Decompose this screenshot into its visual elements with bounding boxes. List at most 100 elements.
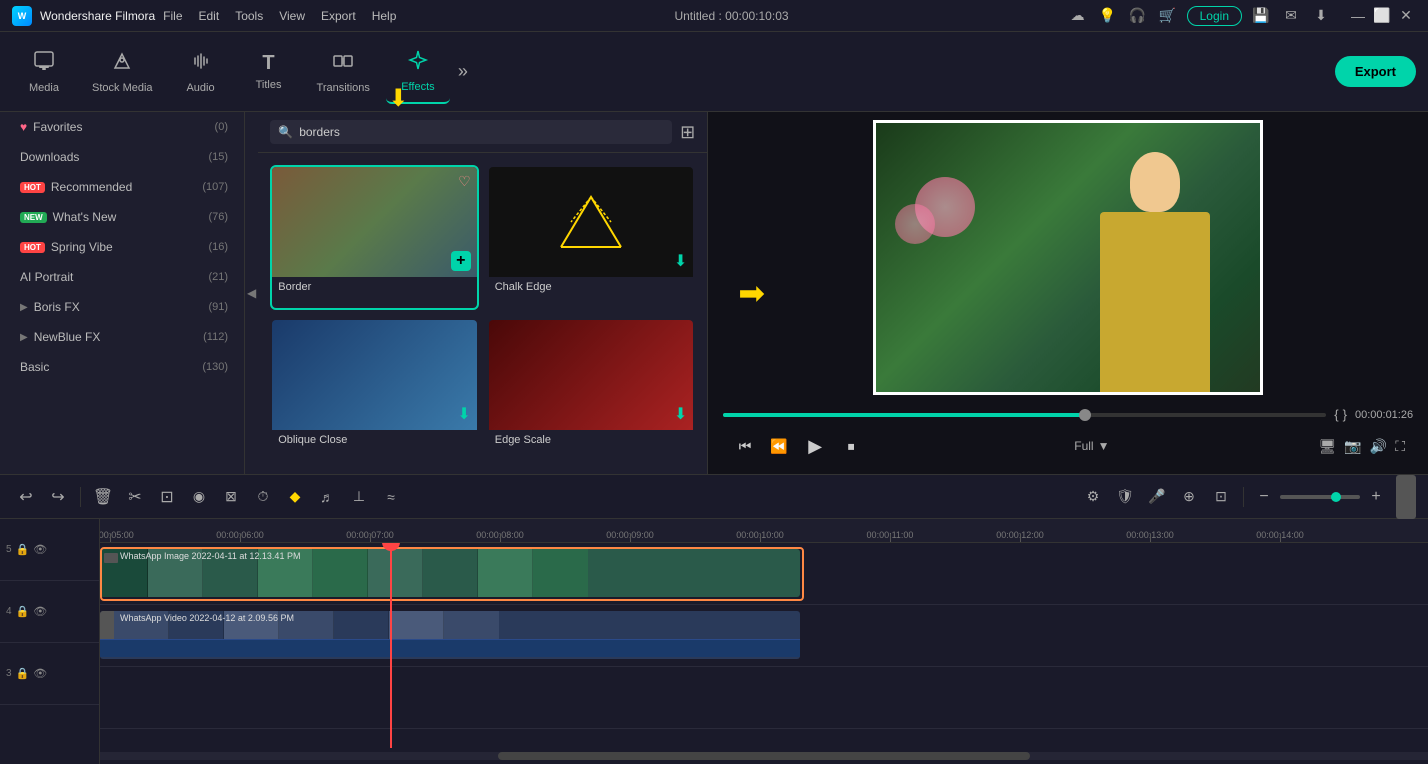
border-heart-icon[interactable]: ♡	[458, 173, 471, 190]
settings-icon[interactable]: ⚙	[1079, 483, 1107, 511]
add-track-icon[interactable]: ⊡	[1207, 483, 1235, 511]
filmframe	[313, 549, 368, 597]
close-button[interactable]: ✕	[1396, 6, 1416, 26]
effects-search-bar[interactable]: 🔍	[270, 120, 672, 144]
save-icon[interactable]: 💾	[1250, 5, 1272, 27]
mic-icon[interactable]: 🎤	[1143, 483, 1171, 511]
spring-vibe-count: (16)	[208, 241, 228, 253]
headphones-icon[interactable]: 🎧	[1127, 5, 1149, 27]
track3-lock-icon[interactable]: 🔒	[16, 667, 30, 680]
audio-edit-button[interactable]: ♬	[313, 483, 341, 511]
bulb-icon[interactable]: 💡	[1097, 5, 1119, 27]
menu-view[interactable]: View	[279, 9, 305, 23]
preview-video	[873, 120, 1263, 395]
play-icon	[104, 553, 118, 563]
download-icon[interactable]: ⬇	[1310, 5, 1332, 27]
video-clip-5[interactable]: WhatsApp Image 2022-04-11 at 12.13.41 PM	[100, 549, 800, 597]
track4-eye-icon[interactable]: 👁	[33, 605, 47, 618]
sidebar-item-whats-new[interactable]: NEW What's New (76)	[0, 202, 244, 232]
annotation-arrow-right: ➡	[738, 274, 765, 312]
grid-view-icon[interactable]: ⊞	[680, 122, 695, 143]
screenshot-icon[interactable]: 📷	[1344, 438, 1361, 455]
bracket-close-button[interactable]: }	[1343, 407, 1347, 422]
cloud-icon[interactable]: ☁	[1067, 5, 1089, 27]
toolbar-transitions[interactable]: Transitions	[305, 40, 382, 104]
cart-icon[interactable]: 🛒	[1157, 5, 1179, 27]
effect-card-edge-scale[interactable]: ⬇ Edge Scale	[487, 318, 696, 463]
tv-icon[interactable]: 🖥	[1319, 438, 1337, 455]
redo-button[interactable]: ↪	[44, 483, 72, 511]
sidebar-item-boris-fx[interactable]: ▶ Boris FX (91)	[0, 292, 244, 322]
toolbar-stock-media[interactable]: Stock Media	[80, 40, 165, 104]
play-button[interactable]: ▶	[799, 430, 831, 462]
export-button[interactable]: Export	[1335, 56, 1416, 87]
sidebar-item-spring-vibe[interactable]: HOT Spring Vibe (16)	[0, 232, 244, 262]
shield-icon[interactable]: 🛡	[1111, 483, 1139, 511]
step-back-button[interactable]: ⏮	[731, 432, 759, 460]
progress-thumb[interactable]	[1079, 409, 1091, 421]
minimize-button[interactable]: —	[1348, 6, 1368, 26]
undo-button[interactable]: ↩	[12, 483, 40, 511]
transform-button[interactable]: ⊠	[217, 483, 245, 511]
effect-card-oblique-close[interactable]: ⬇ Oblique Close	[270, 318, 479, 463]
border-add-button[interactable]: +	[451, 251, 471, 271]
delete-button[interactable]: 🗑	[89, 483, 117, 511]
track4-lock-icon[interactable]: 🔒	[16, 605, 30, 618]
toolbar-titles[interactable]: T Titles	[237, 40, 301, 104]
bracket-open-button[interactable]: {	[1334, 407, 1338, 422]
sidebar-item-basic[interactable]: Basic (130)	[0, 352, 244, 382]
menu-edit[interactable]: Edit	[199, 9, 220, 23]
track5-lock-icon[interactable]: 🔒	[16, 543, 30, 556]
play-back-button[interactable]: ⏪	[765, 432, 793, 460]
edge-scale-download-icon[interactable]: ⬇	[674, 404, 687, 424]
sidebar-item-recommended[interactable]: HOT Recommended (107)	[0, 172, 244, 202]
menu-tools[interactable]: Tools	[235, 9, 263, 23]
menu-help[interactable]: Help	[372, 9, 397, 23]
marker-button[interactable]: ◆	[281, 483, 309, 511]
ruler-tick	[1280, 534, 1281, 542]
toolbar-more[interactable]: »	[454, 57, 472, 86]
oblique-download-icon[interactable]: ⬇	[457, 404, 470, 424]
effects-search-input[interactable]	[299, 125, 664, 139]
volume-icon[interactable]: 🔊	[1370, 438, 1387, 455]
track5-eye-icon[interactable]: 👁	[33, 543, 47, 556]
maximize-button[interactable]: ⬜	[1372, 6, 1392, 26]
mail-icon[interactable]: ✉	[1280, 5, 1302, 27]
zoom-slider[interactable]	[1280, 495, 1360, 499]
timeline-scrollbar[interactable]	[100, 752, 1428, 760]
sidebar-item-downloads[interactable]: Downloads (15)	[0, 142, 244, 172]
speed-button[interactable]: ⏱	[249, 483, 277, 511]
sidebar-item-newblue-fx[interactable]: ▶ NewBlue FX (112)	[0, 322, 244, 352]
downloads-count: (15)	[208, 151, 228, 163]
quality-selector[interactable]: Full ▼	[1074, 439, 1109, 453]
timeline-end-marker	[1396, 475, 1416, 519]
toolbar-media[interactable]: Media	[12, 40, 76, 104]
effect-card-border[interactable]: ♡ + Border	[270, 165, 479, 310]
toolbar-audio[interactable]: Audio	[169, 40, 233, 104]
stop-button[interactable]: ⏹	[837, 432, 865, 460]
detach-button[interactable]: ≈	[377, 483, 405, 511]
video-clip-4[interactable]: WhatsApp Video 2022-04-12 at 2.09.56 PM	[100, 611, 800, 659]
menu-file[interactable]: File	[163, 9, 182, 23]
crop-button[interactable]: ⊡	[153, 483, 181, 511]
timeline-section: ↩ ↪ 🗑 ✂ ⊡ ◉ ⊠ ⏱ ◆ ♬ ⊥ ≈ ⚙ 🛡 🎤 ⊕ ⊡ − +	[0, 474, 1428, 764]
fullscreen-icon[interactable]: ⛶	[1395, 438, 1405, 455]
sidebar-item-ai-portrait[interactable]: AI Portrait (21)	[0, 262, 244, 292]
track3-eye-icon[interactable]: 👁	[33, 667, 47, 680]
progress-track[interactable]	[723, 413, 1326, 417]
zoom-out-button[interactable]: −	[1252, 485, 1276, 509]
login-button[interactable]: Login	[1187, 6, 1242, 26]
split-button[interactable]: ⊥	[345, 483, 373, 511]
cut-button[interactable]: ✂	[121, 483, 149, 511]
track4-label: 4 🔒 👁	[0, 581, 99, 643]
zoom-in-button[interactable]: +	[1364, 485, 1388, 509]
favorites-count: (0)	[215, 121, 228, 133]
sidebar-collapse-arrow[interactable]: ◀	[245, 112, 258, 474]
effect-card-chalk-edge[interactable]: ⬇ Chalk Edge	[487, 165, 696, 310]
chalk-edge-download-icon[interactable]: ⬇	[674, 251, 687, 271]
color-button[interactable]: ◉	[185, 483, 213, 511]
track5-number: 5	[6, 544, 12, 555]
sidebar-item-favorites[interactable]: ♥ Favorites (0)	[0, 112, 244, 142]
menu-export[interactable]: Export	[321, 9, 356, 23]
camera-link-icon[interactable]: ⊕	[1175, 483, 1203, 511]
